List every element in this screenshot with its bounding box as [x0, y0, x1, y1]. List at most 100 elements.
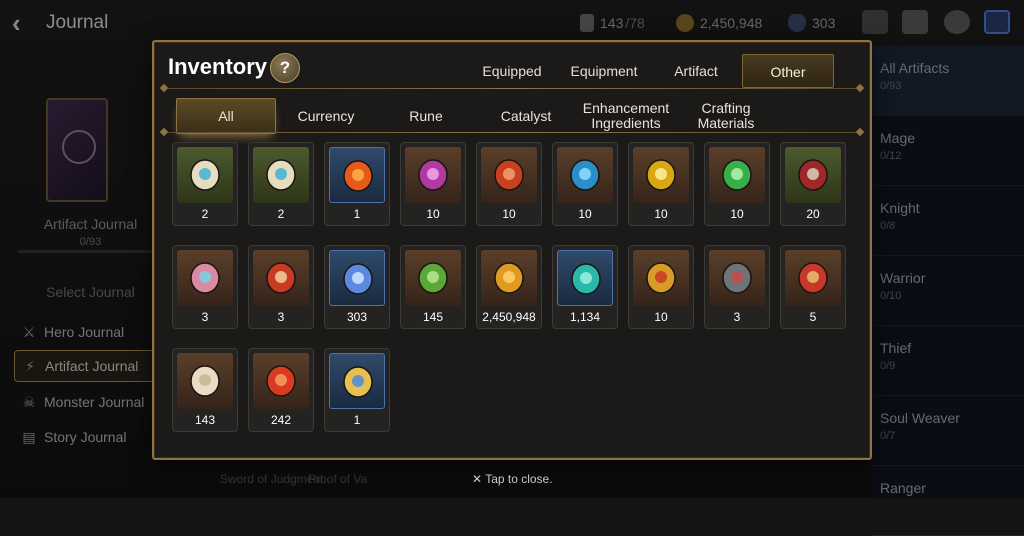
item-quantity: 10: [426, 207, 440, 221]
red-banner-icon: [798, 262, 828, 294]
item-quantity: 10: [730, 207, 744, 221]
subtab-catalyst[interactable]: Catalyst: [476, 98, 576, 134]
inventory-item[interactable]: 1: [324, 348, 390, 432]
item-quantity: 3: [277, 310, 285, 324]
item-icon-frame: [253, 147, 309, 203]
inventory-item[interactable]: 303: [324, 245, 390, 329]
inventory-item[interactable]: 145: [400, 245, 466, 329]
help-button[interactable]: ?: [270, 53, 300, 83]
item-icon-frame: [329, 353, 385, 409]
inventory-item[interactable]: 10: [400, 142, 466, 226]
inventory-item[interactable]: 143: [172, 348, 238, 432]
item-quantity: 303: [346, 310, 368, 324]
item-icon-frame: [481, 250, 537, 306]
inventory-item[interactable]: 10: [628, 142, 694, 226]
item-quantity: 10: [502, 207, 516, 221]
inventory-item[interactable]: 10: [628, 245, 694, 329]
item-icon-frame: [253, 250, 309, 306]
fire-orb-icon: [343, 160, 373, 192]
divider: [164, 88, 860, 89]
item-icon-frame: [177, 250, 233, 306]
item-icon-frame: [633, 250, 689, 306]
rune-stone-icon: [190, 159, 220, 191]
inventory-item[interactable]: 3: [248, 245, 314, 329]
item-quantity: 3: [733, 310, 741, 324]
item-quantity: 2: [201, 207, 209, 221]
item-icon-frame: [405, 250, 461, 306]
subtab-crafting-materials[interactable]: Crafting Materials: [676, 98, 776, 134]
item-quantity: 5: [809, 310, 817, 324]
inventory-item[interactable]: 242: [248, 348, 314, 432]
inventory-item[interactable]: 10: [476, 142, 542, 226]
item-icon-frame: [253, 353, 309, 409]
flame-mask-icon: [266, 365, 296, 397]
item-quantity: 145: [422, 310, 444, 324]
gold-emblem-icon: [646, 262, 676, 294]
item-icon-frame: [785, 147, 841, 203]
rune-stone-icon: [266, 159, 296, 191]
item-quantity: 2: [277, 207, 285, 221]
inventory-item[interactable]: 10: [704, 142, 770, 226]
inventory-item[interactable]: 2: [172, 142, 238, 226]
item-icon-frame: [709, 250, 765, 306]
item-quantity: 143: [194, 413, 216, 427]
item-quantity: 10: [578, 207, 592, 221]
inventory-item[interactable]: 2,450,948: [476, 245, 542, 329]
inventory-item[interactable]: 1,134: [552, 245, 618, 329]
subtab-rune[interactable]: Rune: [376, 98, 476, 134]
stone-cube-icon: [722, 262, 752, 294]
item-icon-frame: [557, 147, 613, 203]
item-quantity: 2,450,948: [482, 310, 536, 324]
star-pendant-icon: [343, 366, 373, 398]
inventory-item[interactable]: 3: [172, 245, 238, 329]
green-rune-icon: [722, 159, 752, 191]
blue-rune-icon: [570, 159, 600, 191]
inventory-tabs: Equipped Equipment Artifact Other: [466, 54, 834, 88]
charm-icon: [190, 262, 220, 294]
claw-icon: [798, 159, 828, 191]
item-icon-frame: [557, 250, 613, 306]
subtab-currency[interactable]: Currency: [276, 98, 376, 134]
item-icon-frame: [405, 147, 461, 203]
gold-coin-icon: [494, 262, 524, 294]
chess-knight-icon: [190, 365, 220, 397]
inventory-item[interactable]: 2: [248, 142, 314, 226]
item-quantity: 1: [353, 413, 361, 427]
item-quantity: 242: [270, 413, 292, 427]
tab-equipment[interactable]: Equipment: [558, 54, 650, 88]
divider: [164, 132, 860, 133]
inventory-item[interactable]: 10: [552, 142, 618, 226]
close-icon: ✕: [472, 472, 483, 486]
red-rune-icon: [494, 159, 524, 191]
yellow-rune-icon: [646, 159, 676, 191]
item-quantity: 1: [353, 207, 361, 221]
close-hint-text: Tap to close.: [485, 472, 553, 486]
item-quantity: 3: [201, 310, 209, 324]
tab-other[interactable]: Other: [742, 54, 834, 88]
inventory-item[interactable]: 1: [324, 142, 390, 226]
item-icon-frame: [329, 147, 385, 203]
item-quantity: 10: [654, 207, 668, 221]
subtab-all[interactable]: All: [176, 98, 276, 134]
item-icon-frame: [633, 147, 689, 203]
item-icon-frame: [481, 147, 537, 203]
inventory-item[interactable]: 3: [704, 245, 770, 329]
emerald-crystal-icon: [571, 263, 601, 295]
item-icon-frame: [709, 147, 765, 203]
heart-leaf-icon: [418, 262, 448, 294]
crystal-gem-icon: [343, 263, 373, 295]
inventory-subtabs: All Currency Rune Catalyst Enhancement I…: [176, 98, 776, 134]
item-icon-frame: [177, 147, 233, 203]
subtab-enhancement-ingredients[interactable]: Enhancement Ingredients: [576, 98, 676, 134]
purple-rune-icon: [418, 159, 448, 191]
modal-title: Inventory: [168, 54, 268, 79]
item-quantity: 10: [654, 310, 668, 324]
inventory-item[interactable]: 20: [780, 142, 846, 226]
medal-icon: [266, 262, 296, 294]
tab-artifact[interactable]: Artifact: [650, 54, 742, 88]
item-quantity: 1,134: [569, 310, 601, 324]
tap-to-close-hint[interactable]: ✕ Tap to close.: [472, 472, 553, 486]
inventory-item[interactable]: 5: [780, 245, 846, 329]
item-icon-frame: [785, 250, 841, 306]
tab-equipped[interactable]: Equipped: [466, 54, 558, 88]
